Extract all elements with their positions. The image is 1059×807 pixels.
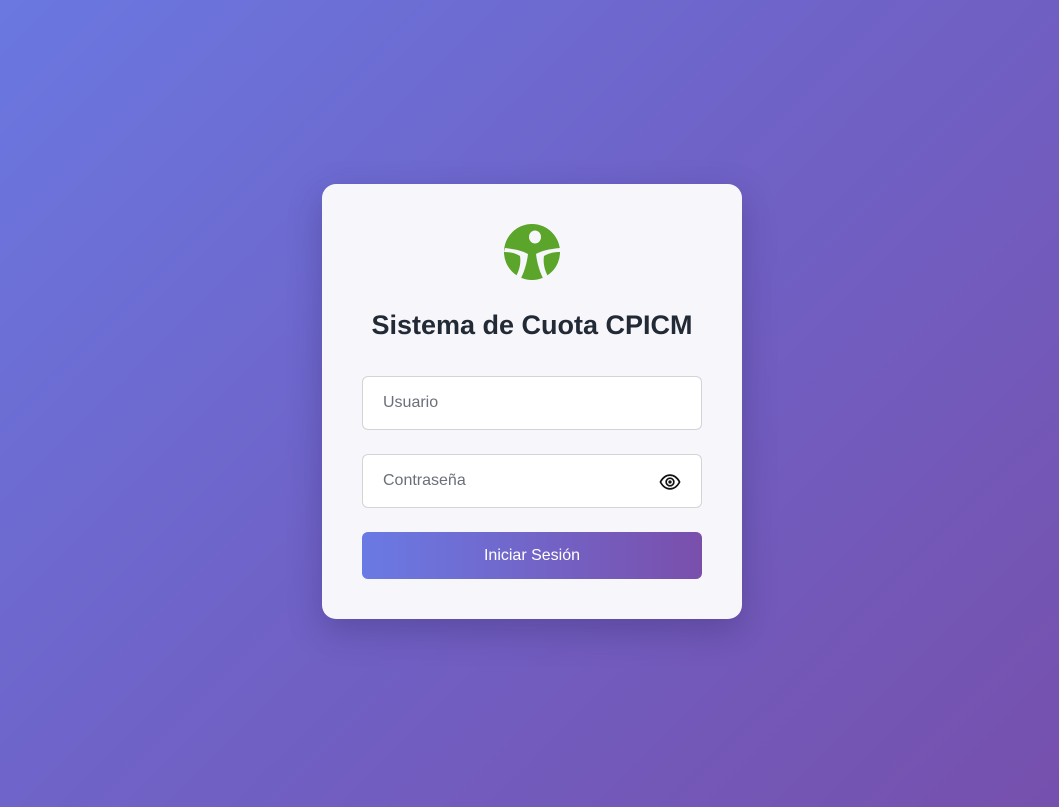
password-input[interactable] [363, 455, 701, 507]
login-card: Sistema de Cuota CPICM Iniciar Sesión [322, 184, 742, 619]
username-field[interactable] [362, 376, 702, 430]
page-title: Sistema de Cuota CPICM [371, 310, 693, 340]
password-field[interactable] [362, 454, 702, 508]
eye-icon[interactable] [659, 471, 681, 493]
username-input[interactable] [363, 377, 701, 429]
person-logo-icon [504, 224, 560, 280]
login-button[interactable]: Iniciar Sesión [362, 532, 702, 579]
